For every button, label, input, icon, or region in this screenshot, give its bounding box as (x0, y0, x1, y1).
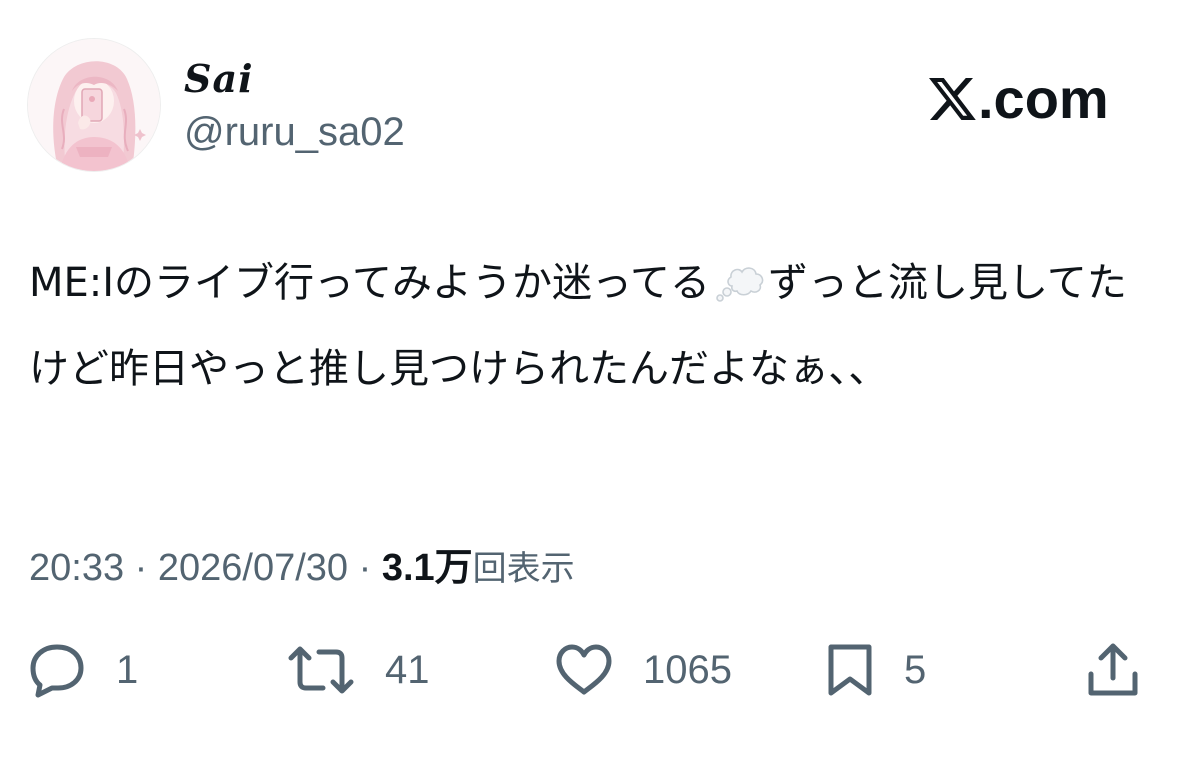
meta-separator: · (134, 547, 148, 589)
views-count[interactable]: 3.1万 (382, 547, 473, 589)
retweet-count: 41 (385, 648, 430, 692)
action-bar: 1 41 1065 5 (0, 640, 1179, 700)
avatar[interactable] (27, 38, 161, 172)
brand-text: .com (978, 67, 1109, 130)
thought-balloon-icon (716, 267, 764, 302)
heart-icon (556, 644, 612, 695)
avatar-illustration-icon (28, 39, 160, 171)
bookmark-icon (828, 644, 872, 696)
reply-icon (30, 644, 84, 698)
tweet-meta: 20:33 · 2026/07/30 · 3.1万回表示 (29, 543, 575, 594)
share-icon (1088, 643, 1138, 696)
reply-button[interactable]: 1 (28, 640, 138, 700)
tweet-text: ME:Iのライブ行ってみようか迷ってる ずっと流し見してたけど昨日やっと推し見つ… (29, 240, 1154, 412)
x-logo-icon (929, 78, 976, 120)
tweet-text-part-1: ME:Iのライブ行ってみようか迷ってる (29, 260, 711, 306)
like-count: 1065 (643, 648, 732, 692)
user-handle[interactable]: @ruru_sa02 (184, 107, 405, 157)
retweet-button[interactable]: 41 (287, 640, 430, 700)
meta-separator: · (358, 547, 372, 589)
display-name[interactable]: Sai (184, 54, 254, 104)
views-label: 回表示 (472, 549, 575, 589)
share-button[interactable] (1086, 640, 1140, 700)
tweet-date[interactable]: 2026/07/30 (158, 547, 348, 589)
bookmark-button[interactable]: 5 (826, 640, 926, 700)
brand-logo: .com (926, 66, 1109, 132)
bookmark-count: 5 (904, 648, 927, 692)
retweet-icon (288, 646, 354, 694)
like-button[interactable]: 1065 (555, 640, 732, 700)
tweet-time[interactable]: 20:33 (29, 547, 124, 589)
reply-count: 1 (116, 648, 139, 692)
